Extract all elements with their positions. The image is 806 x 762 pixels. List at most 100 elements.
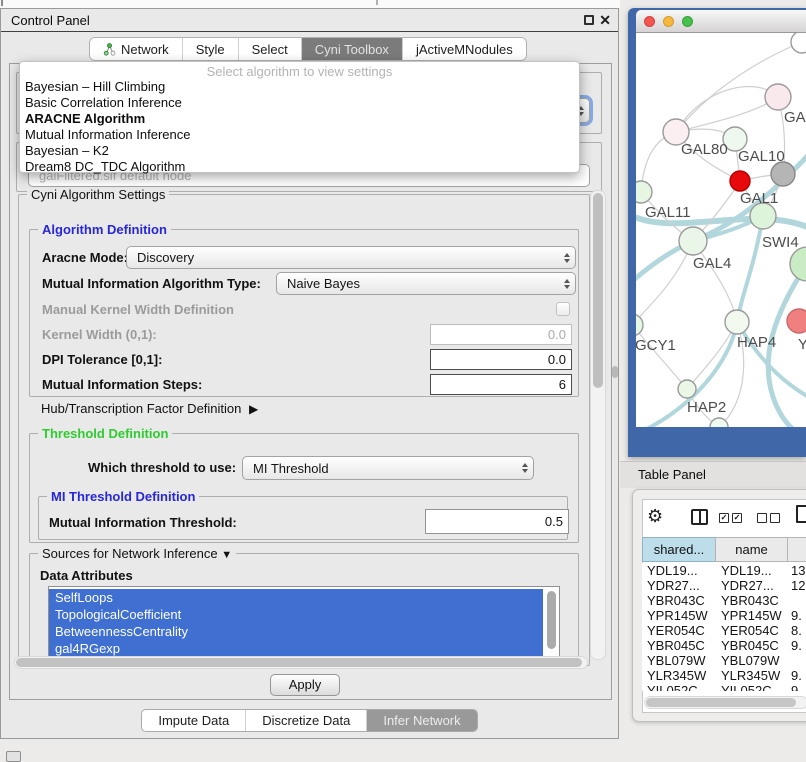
popup-item[interactable]: Dream8 DC_TDC Algorithm — [20, 159, 579, 175]
popup-item[interactable]: Bayesian – K2 — [20, 143, 579, 159]
table-row[interactable]: YER054CYER054C8. — [642, 623, 806, 638]
gear-icon[interactable]: ⚙ — [647, 506, 663, 527]
deselect-all-checkboxes-icon[interactable] — [757, 513, 780, 523]
table-row[interactable]: YBL079WYBL079W — [642, 653, 806, 668]
table-row[interactable]: YIL052CYIL052C9 — [642, 683, 806, 691]
cell: YDR27... — [716, 578, 788, 593]
sources-group-title[interactable]: Sources for Network Inference ▼ — [38, 546, 236, 563]
cell: YIL052C — [642, 683, 716, 691]
cell: YER054C — [716, 623, 788, 638]
network-canvas[interactable]: GAL GAL80 GAL10 GAL1 GAL11 SWI4 GAL4 GCY… — [636, 33, 806, 427]
node-gal1-red[interactable] — [730, 171, 750, 191]
tab-network[interactable]: Network — [90, 38, 182, 60]
dpi-tolerance-field[interactable]: 0.0 — [430, 349, 572, 370]
control-panel-tabbar: Network Style Select Cyni Toolbox jActiv… — [89, 37, 527, 61]
bottom-tabbar: Impute Data Discretize Data Infer Networ… — [1, 709, 618, 732]
split-pane-icon[interactable] — [691, 509, 708, 525]
column-header-shared-name[interactable]: shared... — [642, 537, 716, 562]
which-threshold-value: MI Threshold — [243, 461, 517, 476]
cell: YDL19... — [716, 563, 788, 578]
table-row[interactable]: YBR045CYBR045C9. — [642, 638, 806, 653]
aracne-mode-combobox[interactable]: Discovery — [126, 246, 576, 269]
stepper-arrows-icon — [559, 279, 575, 289]
node-big-green[interactable] — [790, 247, 806, 281]
algorithm-dropdown-popup: Select algorithm to view settings Bayesi… — [19, 61, 580, 173]
select-all-checkboxes-icon[interactable]: ✓ ✓ — [719, 513, 742, 523]
which-threshold-combobox[interactable]: MI Threshold — [242, 456, 534, 480]
popup-item[interactable]: Basic Correlation Inference — [20, 95, 579, 111]
list-item[interactable]: BetweennessCentrality — [49, 623, 543, 640]
zoom-traffic-light[interactable] — [682, 16, 693, 27]
table-row[interactable]: YDL19...YDL19...13 — [642, 563, 806, 578]
list-scrollbar-thumb[interactable] — [547, 591, 556, 649]
hub-tf-definition-toggle[interactable]: Hub/Transcription Factor Definition ▶ — [41, 401, 258, 416]
popup-item-selected[interactable]: ARACNE Algorithm — [20, 111, 579, 127]
tab-infer-network[interactable]: Infer Network — [366, 710, 476, 731]
settings-vertical-scrollbar-thumb[interactable] — [593, 193, 603, 388]
list-item[interactable]: gal4RGexp — [49, 640, 543, 657]
tab-label: Style — [196, 42, 225, 57]
tab-label: Infer Network — [383, 713, 460, 728]
tab-select[interactable]: Select — [238, 38, 301, 60]
tab-label: Select — [252, 42, 288, 57]
table-row[interactable]: YLR345WYLR345W9. — [642, 668, 806, 683]
table-row[interactable]: YBR043CYBR043C — [642, 593, 806, 608]
kernel-width-field[interactable]: 0.0 — [430, 324, 572, 345]
cyni-algorithm-settings-group: Cyni Algorithm Settings Algorithm Defini… — [18, 194, 590, 666]
manual-kernel-width-checkbox[interactable] — [556, 302, 570, 316]
settings-horizontal-scrollbar-thumb[interactable] — [16, 658, 582, 667]
apply-button[interactable]: Apply — [270, 674, 340, 696]
popup-item[interactable]: Bayesian – Hill Climbing — [20, 79, 579, 95]
node-partial-bottom[interactable] — [710, 418, 728, 427]
node-gal4[interactable] — [679, 227, 707, 255]
stepper-arrows-icon — [559, 253, 575, 263]
table-row[interactable]: YDR27...YDR27...12 — [642, 578, 806, 593]
table-row[interactable]: YPR145WYPR145W9. — [642, 608, 806, 623]
popup-item[interactable]: Mutual Information Inference — [20, 127, 579, 143]
tab-discretize-data[interactable]: Discretize Data — [245, 710, 366, 731]
close-traffic-light[interactable] — [644, 16, 655, 27]
network-window-titlebar — [636, 10, 806, 33]
stepper-arrows-icon — [517, 463, 533, 473]
threshold-definition-group: Threshold Definition Which threshold to … — [29, 433, 579, 543]
list-item[interactable]: SelfLoops — [49, 589, 543, 606]
minimize-traffic-light[interactable] — [663, 16, 674, 27]
artifact-tick — [376, 0, 378, 5]
cell: 12 — [788, 578, 806, 593]
expand-arrow-icon: ▶ — [249, 402, 258, 416]
data-attributes-list[interactable]: SelfLoops TopologicalCoefficient Between… — [48, 586, 560, 660]
control-panel-window: Control Panel ✕ Network Style Select Cyn… — [0, 8, 619, 739]
close-icon[interactable]: ✕ — [599, 12, 611, 28]
node-salmon[interactable] — [787, 309, 806, 333]
cell: YBR045C — [642, 638, 716, 653]
dpi-tolerance-label: DPI Tolerance [0,1]: — [42, 352, 162, 367]
node-hap4[interactable] — [725, 310, 749, 334]
tab-impute-data[interactable]: Impute Data — [142, 710, 245, 731]
node-gcy1[interactable] — [636, 314, 643, 336]
column-header-name[interactable]: name — [715, 537, 788, 562]
group-title: Threshold Definition — [38, 426, 172, 441]
node-gray[interactable] — [771, 162, 795, 186]
node-gal11[interactable] — [636, 181, 652, 203]
float-window-icon[interactable] — [584, 15, 594, 25]
mi-threshold-field[interactable]: 0.5 — [425, 509, 569, 534]
mi-algorithm-type-combobox[interactable]: Naive Bayes — [276, 272, 576, 295]
dock-partial-icon[interactable] — [6, 751, 21, 762]
unchecked-box-icon — [757, 513, 767, 523]
list-item[interactable]: TopologicalCoefficient — [49, 606, 543, 623]
node-partial-top[interactable] — [791, 33, 806, 53]
tab-cyni-toolbox[interactable]: Cyni Toolbox — [301, 38, 402, 60]
file-icon[interactable] — [796, 505, 806, 523]
column-header-cut[interactable] — [787, 537, 806, 562]
node-hap2[interactable] — [678, 380, 696, 398]
tab-style[interactable]: Style — [182, 38, 238, 60]
tab-jactivemnodules[interactable]: jActiveMNodules — [402, 38, 526, 60]
control-panel-titlebar: Control Panel ✕ — [1, 9, 618, 32]
panel-splitter-handle[interactable] — [612, 366, 618, 378]
node-gal-pink[interactable] — [765, 84, 791, 110]
table-horizontal-scrollbar-thumb[interactable] — [646, 698, 796, 707]
group-title: Algorithm Definition — [38, 222, 171, 237]
mi-steps-field[interactable]: 6 — [430, 374, 572, 395]
cell: YDL19... — [642, 563, 716, 578]
sources-group: Sources for Network Inference ▼ Data Att… — [29, 553, 579, 663]
